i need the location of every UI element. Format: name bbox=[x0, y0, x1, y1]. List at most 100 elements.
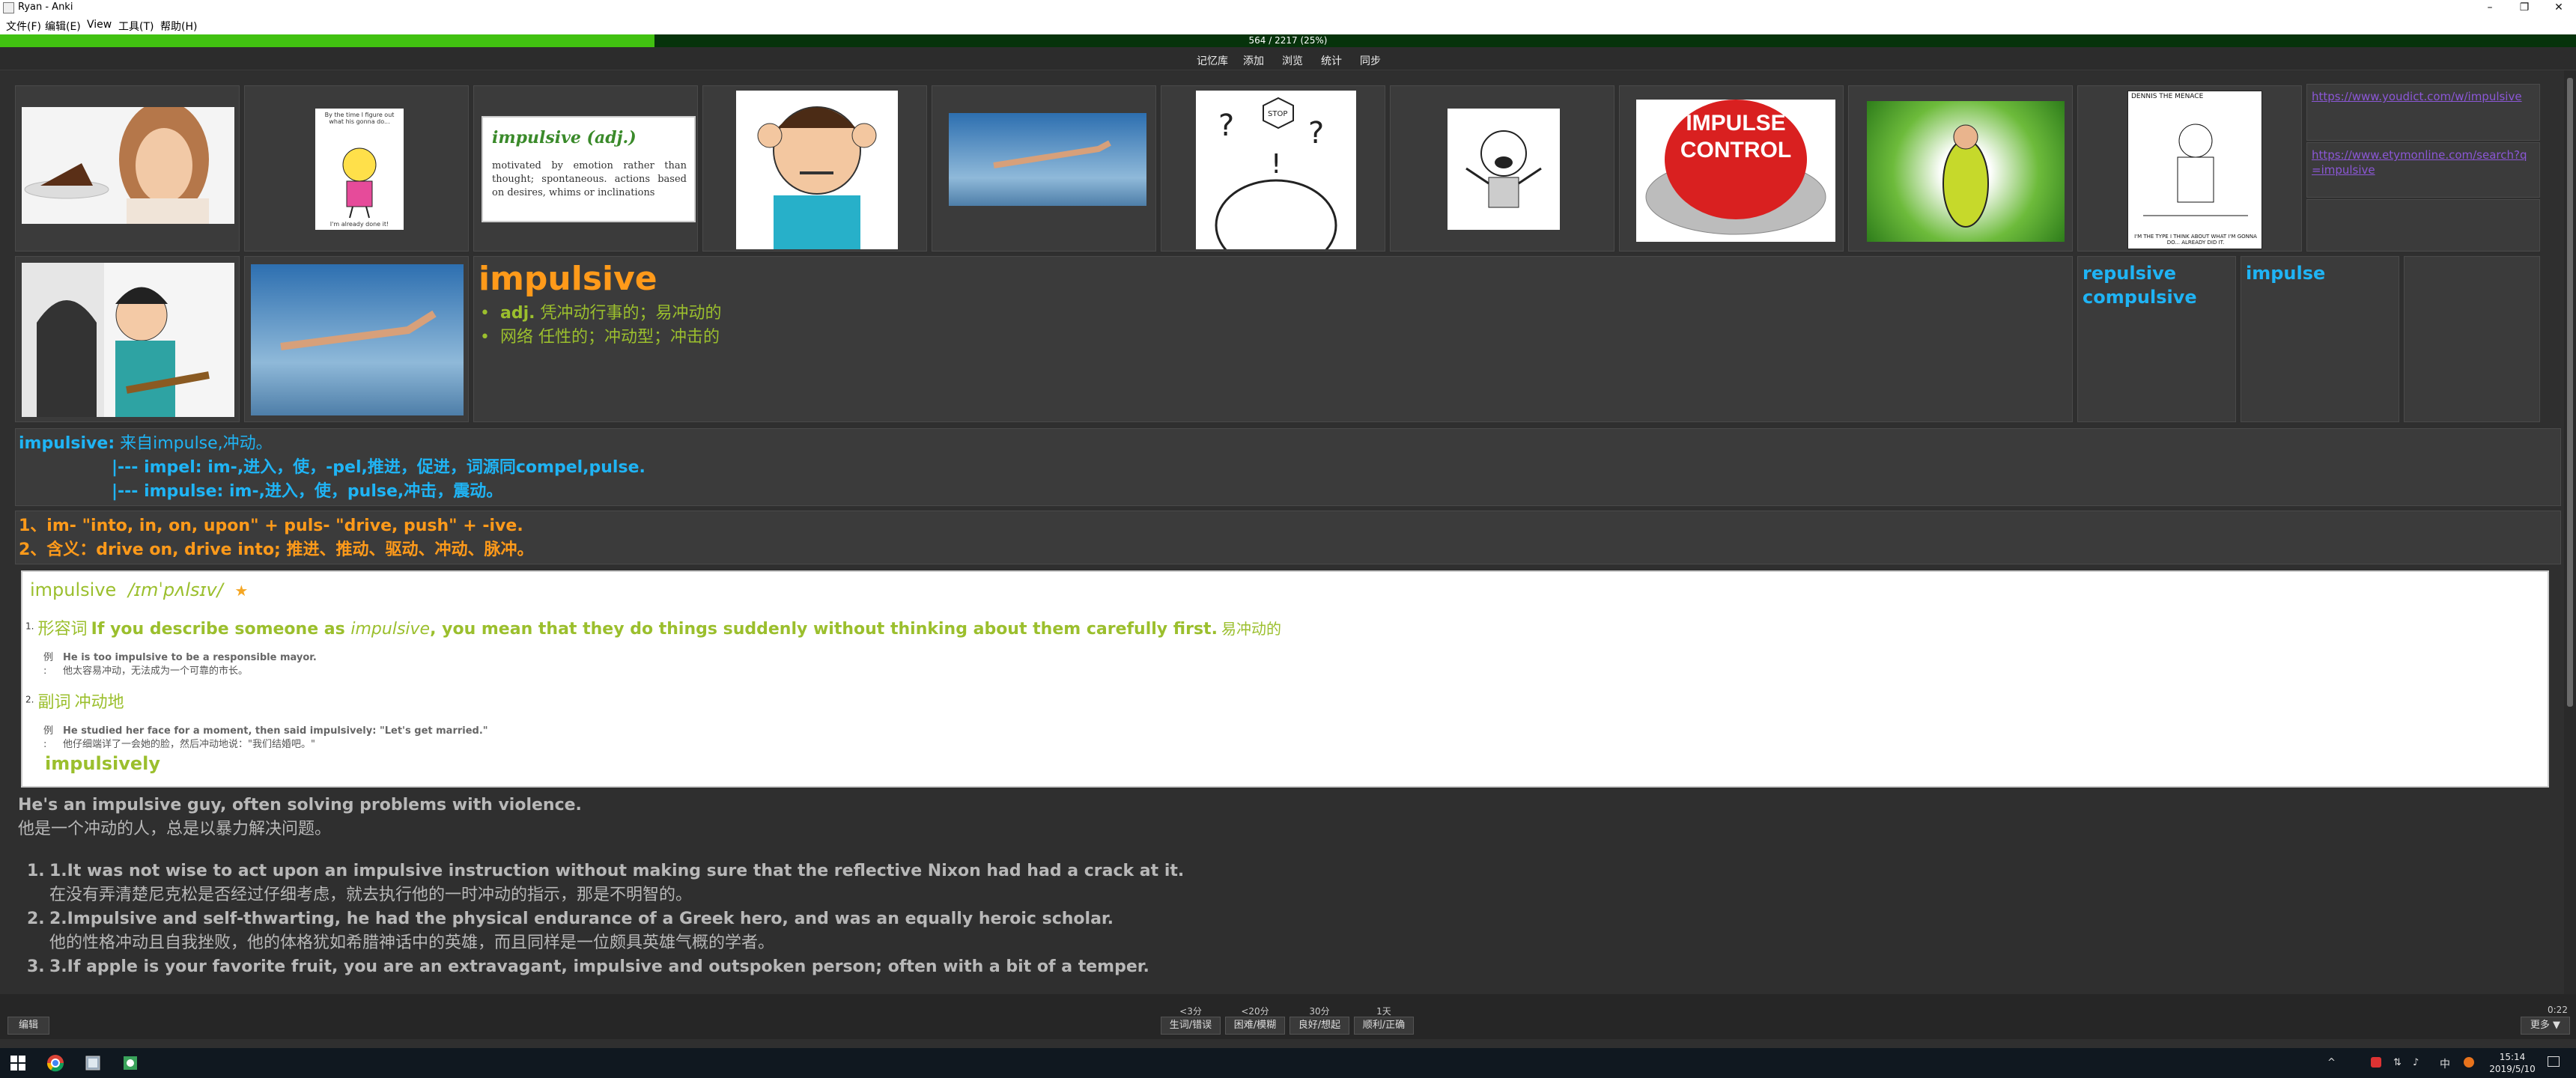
sense-pos: adj. bbox=[499, 304, 535, 323]
toolbar-decks[interactable]: 记忆库 bbox=[1197, 53, 1228, 68]
root-word-cell: impulse bbox=[2241, 256, 2399, 422]
answer-interval: <20分 bbox=[1241, 1006, 1269, 1017]
example-cn: 在没有弄清楚尼克松是否经过仔细考虑，就去执行他的一时冲动的指示，那是不明智的。 bbox=[49, 886, 693, 904]
notification-icon[interactable] bbox=[2548, 1056, 2560, 1067]
vertical-scrollbar[interactable] bbox=[2564, 70, 2576, 994]
comic-kid-footer: I'm already done it! bbox=[329, 221, 389, 228]
entry-number: 1. bbox=[25, 621, 34, 632]
example-en: He studied her face for a moment, then s… bbox=[63, 725, 488, 737]
toolbar-browse[interactable]: 浏览 bbox=[1282, 53, 1303, 68]
related-words-cell: repulsive compulsive bbox=[2077, 256, 2236, 422]
senses-list: • adj. 凭冲动行事的；易冲动的 • 网络 任性的；冲动型；冲击的 bbox=[480, 302, 721, 350]
example-label: 例 bbox=[43, 652, 54, 663]
definition-emphasis: impulsive bbox=[350, 620, 431, 639]
example-main-en: He's an impulsive guy, often solving pro… bbox=[18, 796, 582, 814]
again-button[interactable]: 生词/错误 bbox=[1161, 1017, 1221, 1035]
comic-kid-image: By the time I figure out what his gonna … bbox=[315, 109, 404, 230]
diver-image bbox=[949, 113, 1146, 206]
sense-text: 任性的；冲动型；冲击的 bbox=[538, 328, 720, 347]
anki-taskbar-icon[interactable] bbox=[84, 1054, 102, 1072]
easy-button[interactable]: 顺利/正确 bbox=[1354, 1017, 1414, 1035]
image-cell: ? ? ! STOP bbox=[1161, 85, 1385, 252]
entry-number: 2. bbox=[25, 694, 34, 705]
dict-example: 例 He studied her face for a moment, then … bbox=[43, 725, 488, 750]
minimize-button[interactable]: – bbox=[2473, 0, 2507, 15]
dictionary-panel: impulsive /ɪmˈpʌlsɪv/ ★ 1. 形容词 If you de… bbox=[21, 570, 2549, 788]
progress-text: 564 / 2217 (25%) bbox=[1248, 35, 1328, 46]
volume-icon[interactable]: ♪ bbox=[2413, 1057, 2419, 1068]
etymology-line: |--- impel: im-,进入，使，-pel,推进，促进，词源同compe… bbox=[112, 458, 645, 477]
anki-app-icon bbox=[3, 2, 14, 13]
related-word[interactable]: repulsive bbox=[2083, 261, 2231, 285]
youdict-link[interactable]: https://www.youdict.com/w/impulsive bbox=[2312, 89, 2535, 104]
sense-item: • 网络 任性的；冲动型；冲击的 bbox=[480, 328, 720, 347]
windows-taskbar: ^ ⇅ ♪ 中 15:14 2019/5/10 bbox=[0, 1048, 2576, 1078]
definition-card-text: motivated by emotion rather than thought… bbox=[492, 160, 687, 198]
answer-bar: 编辑 <3分 生词/错误 <20分 困难/模糊 30分 良好/想起 1天 顺利/… bbox=[0, 994, 2576, 1039]
related-word[interactable]: compulsive bbox=[2083, 285, 2231, 309]
dict-header: impulsive /ɪmˈpʌlsɪv/ ★ bbox=[30, 579, 248, 600]
network-icon[interactable]: ⇅ bbox=[2393, 1057, 2402, 1068]
star-icon[interactable]: ★ bbox=[234, 582, 248, 600]
image-cell bbox=[15, 85, 240, 252]
definition-prefix: If you describe someone as bbox=[91, 620, 351, 639]
toolbar-stats[interactable]: 统计 bbox=[1321, 53, 1342, 68]
impulse-control-button-image: IMPULSE CONTROL bbox=[1636, 100, 1835, 242]
dict-phonetic: /ɪmˈpʌlsɪv/ bbox=[127, 579, 223, 600]
title-bar: Ryan - Anki – ❐ ✕ bbox=[0, 0, 2576, 15]
toolbar-add[interactable]: 添加 bbox=[1243, 53, 1264, 68]
taskbar-clock[interactable]: 15:14 2019/5/10 bbox=[2485, 1051, 2540, 1075]
card-view: By the time I figure out what his gonna … bbox=[0, 70, 2564, 994]
menu-help[interactable]: 帮助(H) bbox=[160, 19, 197, 34]
morphology-line: 2、含义：drive on, drive into; 推进、推动、驱动、冲动、脉… bbox=[19, 540, 534, 559]
word-cell: impulsive • adj. 凭冲动行事的；易冲动的 • 网络 任性的；冲动… bbox=[473, 256, 2073, 422]
image-cell bbox=[702, 85, 927, 252]
ime-indicator[interactable]: 中 bbox=[2440, 1056, 2450, 1071]
menu-tools[interactable]: 工具(T) bbox=[118, 19, 154, 34]
clock-time: 15:14 bbox=[2499, 1052, 2526, 1062]
example-item: 2. 2.Impulsive and self-thwarting, he had… bbox=[18, 907, 2549, 955]
tray-app-icon[interactable] bbox=[2371, 1057, 2381, 1068]
example-cn: 他的性格冲动且自我挫败，他的体格犹如希腊神话中的英雄，而且同样是一位颇具英雄气概… bbox=[49, 934, 775, 952]
chrome-icon[interactable] bbox=[46, 1054, 64, 1072]
example-num: 1. bbox=[27, 862, 45, 880]
dict-entry: 2. 副词 冲动地 bbox=[25, 689, 124, 713]
angry-man-image bbox=[736, 91, 898, 249]
windows-start-icon[interactable] bbox=[9, 1054, 27, 1072]
toolbar-sync[interactable]: 同步 bbox=[1360, 53, 1381, 68]
hard-button[interactable]: 困难/模糊 bbox=[1225, 1017, 1285, 1035]
sense-pos: 网络 bbox=[499, 328, 533, 347]
scrollbar-thumb[interactable] bbox=[2567, 78, 2573, 707]
etymonline-link[interactable]: https://www.etymonline.com/search?q=impu… bbox=[2312, 147, 2535, 177]
impulse-control-text: IMPULSE CONTROL bbox=[1680, 111, 1792, 162]
derived-word: impulsively bbox=[45, 753, 161, 774]
edit-button[interactable]: 编辑 bbox=[7, 1017, 49, 1035]
clock-date: 2019/5/10 bbox=[2489, 1064, 2536, 1074]
close-button[interactable]: ✕ bbox=[2542, 0, 2576, 15]
examples-section: He's an impulsive guy, often solving pro… bbox=[18, 794, 2549, 979]
menu-view[interactable]: View bbox=[87, 19, 112, 31]
morphology-line: 1、im- "into, in, on, upon" + puls- "driv… bbox=[19, 517, 523, 535]
menu-bar: 文件(F) 编辑(E) View 工具(T) 帮助(H) bbox=[0, 15, 2576, 34]
menu-file[interactable]: 文件(F) bbox=[6, 19, 41, 34]
example-num: 2. bbox=[27, 910, 45, 928]
tray-app-icon[interactable] bbox=[2464, 1057, 2474, 1068]
image-cell: impulsive (adj.) motivated by emotion ra… bbox=[473, 85, 698, 252]
answer-interval: <3分 bbox=[1179, 1006, 1202, 1017]
definition-suffix: , you mean that they do things suddenly … bbox=[430, 620, 1218, 639]
image-cell: IMPULSE CONTROL bbox=[1619, 85, 1844, 252]
example-main-cn: 他是一个冲动的人，总是以暴力解决问题。 bbox=[18, 820, 332, 838]
menu-edit[interactable]: 编辑(E) bbox=[45, 19, 81, 34]
good-button[interactable]: 良好/想起 bbox=[1289, 1017, 1349, 1035]
tray-chevron-icon[interactable]: ^ bbox=[2327, 1057, 2336, 1068]
image-cell: DENNIS THE MENACE I'M THE TYPE I THINK A… bbox=[2077, 85, 2302, 252]
app-taskbar-icon[interactable] bbox=[121, 1054, 139, 1072]
diver-image-2 bbox=[251, 264, 464, 415]
example-en: 3.If apple is your favorite fruit, you a… bbox=[49, 957, 1149, 976]
answer-interval: 1天 bbox=[1376, 1006, 1391, 1017]
empty-cell bbox=[2306, 199, 2540, 252]
root-word[interactable]: impulse bbox=[2246, 261, 2394, 285]
entry-definition: If you describe someone as impulsive, yo… bbox=[91, 620, 1218, 639]
maximize-button[interactable]: ❐ bbox=[2507, 0, 2542, 15]
more-button[interactable]: 更多 ▼ bbox=[2521, 1017, 2570, 1035]
